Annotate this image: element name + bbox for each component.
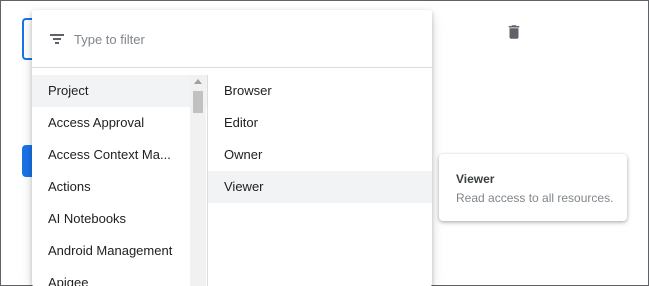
role-list: Browser Editor Owner Viewer [208,75,432,286]
tooltip-description: Read access to all resources. [456,191,614,205]
filter-list-icon [48,30,66,48]
role-item-viewer[interactable]: Viewer [208,171,432,203]
role-item-browser[interactable]: Browser [208,75,432,107]
role-description-tooltip: Viewer Read access to all resources. [439,154,627,221]
filter-bar [32,10,432,68]
service-list-scrollbar[interactable] [190,75,206,286]
service-item-project[interactable]: Project [32,75,208,107]
scroll-up-arrow-icon[interactable] [194,79,202,84]
trash-icon[interactable] [505,23,523,41]
service-item-access-context-manager[interactable]: Access Context Ma... [32,139,208,171]
service-item-access-approval[interactable]: Access Approval [32,107,208,139]
service-item-apigee[interactable]: Apigee [32,267,208,286]
role-item-editor[interactable]: Editor [208,107,432,139]
tooltip-title: Viewer [456,172,495,186]
role-picker-dropdown: Project Access Approval Access Context M… [32,10,432,286]
service-list: Project Access Approval Access Context M… [32,75,208,286]
scrollbar-thumb[interactable] [193,91,203,113]
service-item-ai-notebooks[interactable]: AI Notebooks [32,203,208,235]
service-item-android-management[interactable]: Android Management [32,235,208,267]
service-item-actions[interactable]: Actions [32,171,208,203]
role-item-owner[interactable]: Owner [208,139,432,171]
filter-input[interactable] [74,27,414,51]
